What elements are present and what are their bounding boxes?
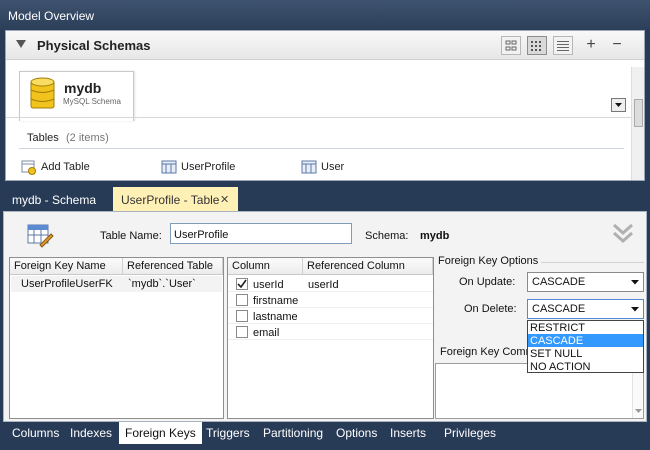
checkmark-icon bbox=[237, 279, 247, 289]
scroll-down-icon[interactable] bbox=[635, 409, 642, 414]
column-checkbox[interactable] bbox=[236, 310, 248, 322]
add-schema-button[interactable]: + bbox=[581, 36, 601, 55]
fk-comment-label: Foreign Key Comm bbox=[440, 346, 535, 358]
tab-mydb-schema[interactable]: mydb - Schema bbox=[4, 187, 104, 211]
column-name: email bbox=[253, 327, 280, 339]
tab-foreign-keys[interactable]: Foreign Keys bbox=[119, 422, 202, 444]
schema-tab-mydb[interactable]: mydb MySQL Schema bbox=[19, 71, 134, 121]
large-icons-view-button[interactable] bbox=[501, 36, 521, 55]
fk-options-title: Foreign Key Options bbox=[438, 255, 539, 267]
on-update-label: On Update: bbox=[459, 276, 516, 288]
table-row[interactable]: lastname bbox=[228, 308, 433, 324]
close-tab-icon[interactable]: ✕ bbox=[220, 193, 229, 206]
fk-options-divider bbox=[541, 262, 644, 263]
add-table-icon bbox=[21, 159, 37, 175]
column-checkbox[interactable] bbox=[236, 326, 248, 338]
table-icon bbox=[301, 159, 317, 175]
foreign-key-grid[interactable]: Foreign Key Name Referenced Table UserPr… bbox=[9, 257, 224, 419]
large-icons-icon bbox=[505, 40, 517, 51]
table-row[interactable]: firstname bbox=[228, 292, 433, 308]
chevron-down-icon bbox=[615, 103, 622, 107]
model-overview-scrollbar[interactable] bbox=[631, 67, 644, 180]
on-update-value: CASCADE bbox=[532, 276, 586, 288]
column-header[interactable]: Column bbox=[228, 258, 303, 275]
fk-ref-table-header[interactable]: Referenced Table bbox=[123, 258, 223, 275]
physical-schemas-header: Physical Schemas + − bbox=[6, 31, 644, 60]
on-delete-label: On Delete: bbox=[464, 303, 517, 315]
add-table-button[interactable]: Add Table bbox=[41, 161, 90, 173]
on-update-select[interactable]: CASCADE bbox=[527, 272, 644, 292]
physical-schemas-title: Physical Schemas bbox=[37, 38, 151, 53]
column-checkbox[interactable] bbox=[236, 294, 248, 306]
fk-name-header[interactable]: Foreign Key Name bbox=[10, 258, 123, 275]
list-view-button[interactable] bbox=[553, 36, 573, 55]
collapse-editor-icon[interactable] bbox=[612, 222, 634, 246]
schema-label: Schema: bbox=[365, 230, 409, 242]
remove-schema-button[interactable]: − bbox=[607, 36, 627, 55]
on-delete-select[interactable]: CASCADE bbox=[527, 299, 644, 319]
table-name-label: Table Name: bbox=[100, 230, 162, 242]
tab-partitioning[interactable]: Partitioning bbox=[257, 422, 329, 444]
tab-privileges[interactable]: Privileges bbox=[438, 422, 502, 444]
table-name-input[interactable] bbox=[170, 223, 352, 244]
on-delete-value: CASCADE bbox=[532, 303, 586, 315]
tab-userprofile-table[interactable]: UserProfile - Table ✕ bbox=[113, 187, 238, 211]
tab-label: UserProfile - Table bbox=[121, 193, 220, 207]
model-overview-panel: Physical Schemas + − mydb MySQL Schema T… bbox=[5, 30, 645, 181]
table-row[interactable]: email bbox=[228, 324, 433, 340]
on-delete-dropdown-list[interactable]: RESTRICT CASCADE SET NULL NO ACTION bbox=[527, 320, 644, 373]
chevron-down-icon bbox=[631, 307, 639, 312]
column-name: firstname bbox=[253, 295, 299, 307]
chevron-down-icon bbox=[631, 280, 639, 285]
schema-name: mydb bbox=[64, 80, 102, 96]
column-checkbox[interactable] bbox=[236, 278, 248, 290]
small-icons-view-button[interactable] bbox=[527, 36, 547, 55]
tab-indexes[interactable]: Indexes bbox=[64, 422, 118, 444]
tab-label: mydb - Schema bbox=[12, 193, 97, 207]
referenced-column-cell[interactable]: userId bbox=[308, 279, 339, 291]
list-icon bbox=[557, 41, 569, 51]
scrollbar-thumb[interactable] bbox=[634, 99, 643, 127]
table-item-userprofile[interactable]: UserProfile bbox=[181, 161, 235, 173]
fk-ref-table-cell[interactable]: `mydb`.`User` bbox=[128, 278, 196, 290]
option-set-null[interactable]: SET NULL bbox=[528, 347, 643, 360]
referenced-column-header[interactable]: Referenced Column bbox=[303, 258, 433, 275]
schema-tab-divider bbox=[6, 117, 636, 118]
schema-dropdown-button[interactable] bbox=[611, 98, 626, 112]
fk-columns-grid[interactable]: Column Referenced Column userId userId f… bbox=[227, 257, 434, 419]
tab-columns[interactable]: Columns bbox=[6, 422, 65, 444]
small-icons-icon bbox=[531, 41, 541, 51]
database-icon bbox=[30, 77, 56, 111]
table-editor: Table Name: Schema: mydb Foreign Key Nam… bbox=[3, 211, 647, 422]
schema-type: MySQL Schema bbox=[63, 97, 121, 106]
table-editor-icon bbox=[26, 221, 54, 249]
table-item-user[interactable]: User bbox=[321, 161, 344, 173]
table-icon bbox=[161, 159, 177, 175]
option-no-action[interactable]: NO ACTION bbox=[528, 360, 643, 373]
option-restrict[interactable]: RESTRICT bbox=[528, 321, 643, 334]
fk-name-cell[interactable]: UserProfileUserFK bbox=[21, 278, 113, 290]
column-name: lastname bbox=[253, 311, 298, 323]
tables-divider bbox=[19, 148, 624, 149]
tab-triggers[interactable]: Triggers bbox=[200, 422, 256, 444]
table-row[interactable]: userId userId bbox=[228, 276, 433, 292]
tab-options[interactable]: Options bbox=[330, 422, 383, 444]
option-cascade[interactable]: CASCADE bbox=[528, 334, 643, 347]
tab-inserts[interactable]: Inserts bbox=[384, 422, 432, 444]
column-name: userId bbox=[253, 279, 284, 291]
collapse-triangle-icon[interactable] bbox=[16, 40, 27, 50]
model-overview-title: Model Overview bbox=[0, 0, 650, 30]
schema-value: mydb bbox=[420, 230, 450, 242]
tables-label: Tables bbox=[27, 132, 59, 144]
tables-count: (2 items) bbox=[66, 132, 109, 144]
